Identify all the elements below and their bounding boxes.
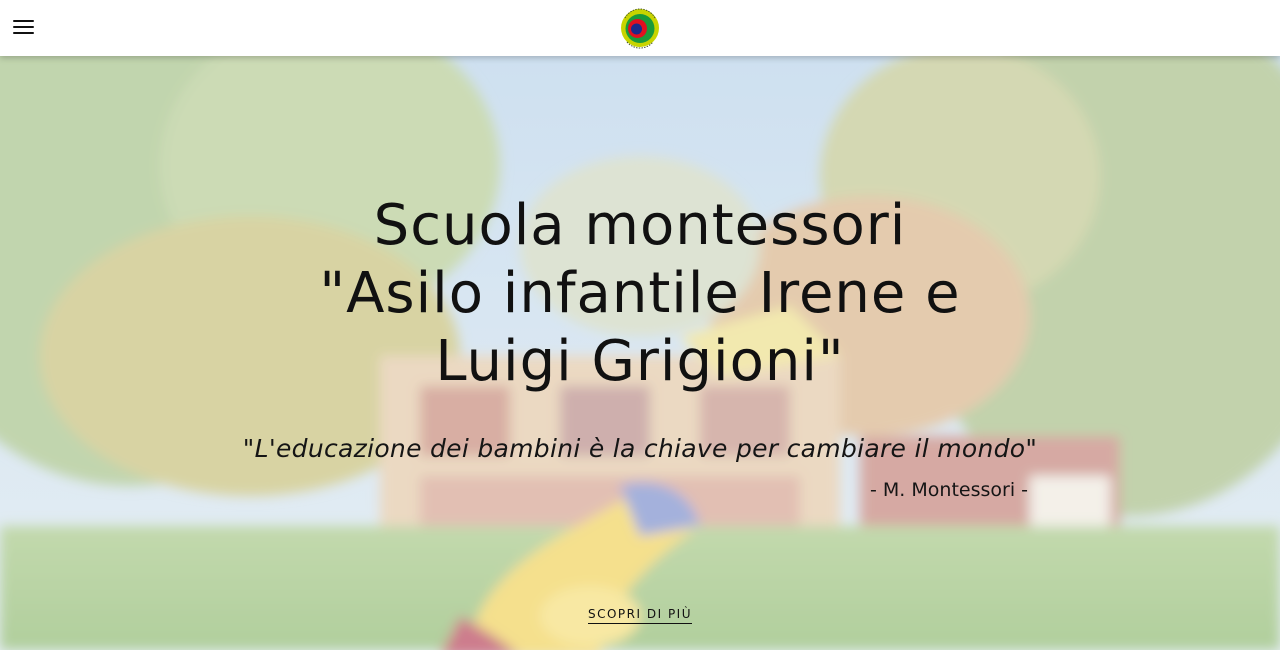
menu-bar [13,20,34,22]
menu-bar [13,32,34,34]
hamburger-menu-icon[interactable] [13,18,35,36]
logo-circle-blue [631,23,642,35]
page-title: Scuola montessori "Asilo infantile Irene… [319,193,961,394]
montessori-quote: "L'educazione dei bambini è la chiave pe… [242,434,1038,463]
discover-more-link[interactable]: SCOPRI DI PIÙ [587,607,693,624]
quote-author: - M. Montessori - [870,479,1028,501]
site-header [0,0,1280,56]
school-logo[interactable] [619,7,661,49]
menu-bar [13,26,34,28]
hero-section: Scuola montessori "Asilo infantile Irene… [0,56,1280,650]
cta-container: SCOPRI DI PIÙ [540,603,740,624]
